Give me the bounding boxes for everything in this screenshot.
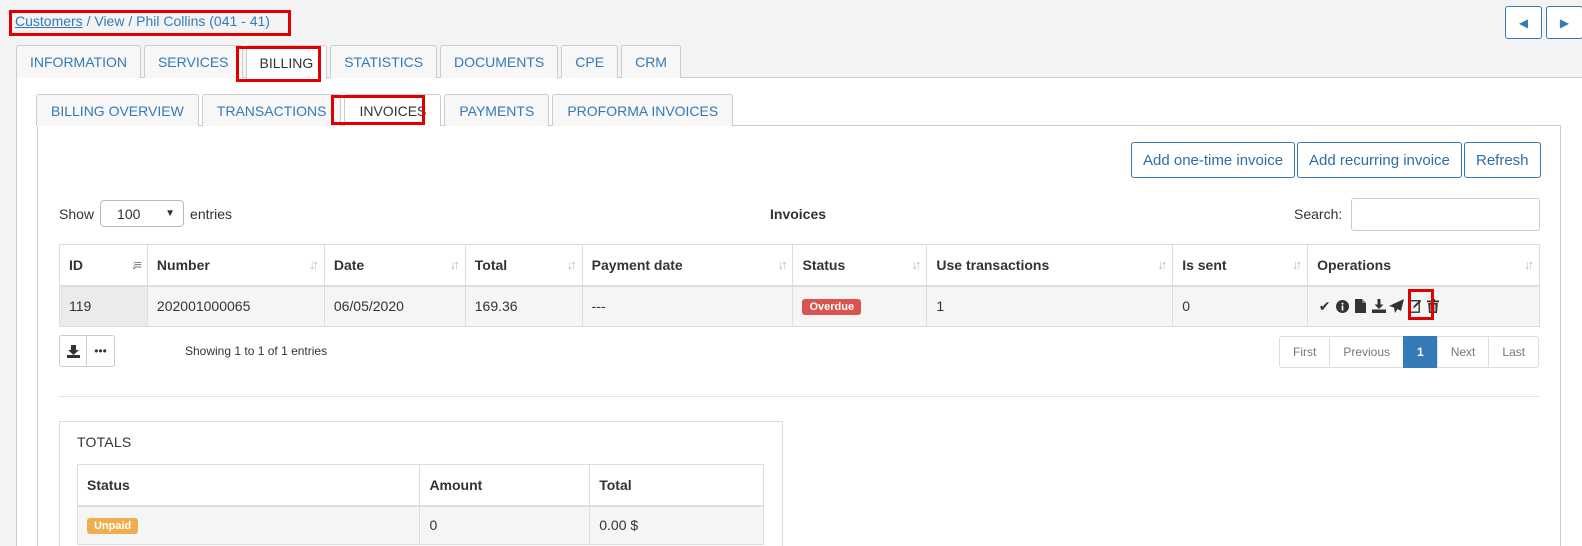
totals-column-status: Status bbox=[76, 464, 421, 507]
sort-icon: ↓↑ bbox=[566, 257, 577, 272]
tab-services[interactable]: SERVICES bbox=[143, 45, 243, 78]
column-header-id[interactable]: ID ↓≡ bbox=[59, 244, 148, 287]
table-title: Invoices bbox=[770, 206, 827, 222]
cell-total: 169.36 bbox=[464, 285, 583, 327]
pagination-next[interactable]: Next bbox=[1436, 336, 1490, 368]
page-length-control: Show 100 ▼ entries bbox=[59, 200, 232, 227]
file-icon[interactable] bbox=[1353, 299, 1368, 314]
breadcrumb-path: / View / Phil Collins (041 - 41) bbox=[82, 13, 270, 29]
pagination-previous[interactable]: Previous bbox=[1329, 336, 1405, 368]
totals-cell-total: 0.00 $ bbox=[589, 505, 764, 545]
column-header-number[interactable]: Number ↓↑ bbox=[146, 244, 325, 287]
column-header-total[interactable]: Total ↓↑ bbox=[464, 244, 583, 287]
breadcrumb: Customers / View / Phil Collins (041 - 4… bbox=[15, 13, 270, 29]
send-icon[interactable] bbox=[1389, 299, 1405, 314]
pagination: First Previous 1 Next Last bbox=[1279, 336, 1540, 368]
sort-icon: ↓↑ bbox=[1524, 257, 1534, 272]
pagination-first[interactable]: First bbox=[1279, 336, 1331, 368]
export-icon bbox=[66, 344, 80, 358]
tab-documents[interactable]: DOCUMENTS bbox=[440, 45, 559, 78]
column-header-status[interactable]: Status ↓↑ bbox=[792, 244, 928, 287]
subtab-payments[interactable]: PAYMENTS bbox=[444, 94, 550, 126]
totals-row: Unpaid 0 0.00 $ bbox=[76, 505, 764, 545]
more-options-button[interactable]: ••• bbox=[87, 335, 115, 367]
column-header-is-sent[interactable]: Is sent ↓↑ bbox=[1172, 244, 1309, 287]
totals-title: TOTALS bbox=[77, 434, 132, 450]
export-button[interactable] bbox=[59, 335, 87, 367]
next-record-button[interactable]: ▶ bbox=[1546, 6, 1582, 39]
cell-operations: ✔ bbox=[1307, 285, 1540, 327]
pagination-last[interactable]: Last bbox=[1488, 336, 1540, 368]
sort-icon: ↓↑ bbox=[1157, 257, 1167, 272]
add-one-time-invoice-button[interactable]: Add one-time invoice bbox=[1131, 142, 1296, 178]
add-recurring-invoice-button[interactable]: Add recurring invoice bbox=[1297, 142, 1462, 178]
subtab-proforma-invoices[interactable]: PROFORMA INVOICES bbox=[552, 94, 734, 126]
trash-icon[interactable] bbox=[1425, 299, 1440, 314]
ellipsis-icon: ••• bbox=[94, 344, 107, 358]
column-header-date[interactable]: Date ↓↑ bbox=[323, 244, 466, 287]
download-icon[interactable] bbox=[1371, 299, 1386, 314]
caret-right-icon: ▶ bbox=[1559, 15, 1570, 30]
totals-column-amount: Amount bbox=[419, 464, 591, 507]
subtab-billing-overview[interactable]: BILLING OVERVIEW bbox=[36, 94, 199, 126]
cell-date: 06/05/2020 bbox=[323, 285, 466, 327]
pagination-page-1[interactable]: 1 bbox=[1403, 336, 1438, 368]
totals-cell-status: Unpaid bbox=[76, 505, 421, 545]
status-badge: Overdue bbox=[802, 299, 862, 316]
table-header-row: ID ↓≡ Number ↓↑ Date ↓↑ Total ↓↑ Payment dat… bbox=[59, 244, 1540, 287]
page-length-value: 100 bbox=[117, 205, 141, 222]
tab-crm[interactable]: CRM bbox=[621, 45, 681, 78]
tab-billing[interactable]: BILLING bbox=[245, 45, 328, 79]
column-header-use-transactions[interactable]: Use transactions ↓↑ bbox=[926, 244, 1174, 287]
record-nav: ◀ ▶ bbox=[1505, 6, 1582, 39]
table-row[interactable]: 119 202001000065 06/05/2020 169.36 --- O… bbox=[59, 285, 1540, 327]
info-icon[interactable] bbox=[1335, 299, 1350, 313]
operations-group: ✔ bbox=[1317, 298, 1530, 315]
cell-status: Overdue bbox=[792, 285, 928, 327]
section-divider bbox=[59, 396, 1540, 397]
customer-tabs: INFORMATION SERVICES BILLING STATISTICS … bbox=[16, 45, 684, 79]
sort-icon: ↓↑ bbox=[777, 257, 787, 272]
totals-header-row: Status Amount Total bbox=[76, 464, 764, 507]
cell-id: 119 bbox=[59, 285, 148, 327]
entries-label: entries bbox=[190, 205, 233, 222]
chevron-down-icon: ▼ bbox=[165, 208, 176, 219]
sort-icon: ↓↑ bbox=[1292, 257, 1302, 272]
totals-table: Status Amount Total Unpaid 0 0.00 $ bbox=[76, 464, 764, 545]
column-header-operations[interactable]: Operations ↓↑ bbox=[1307, 244, 1540, 287]
refresh-button[interactable]: Refresh bbox=[1464, 142, 1541, 178]
edit-icon[interactable] bbox=[1407, 299, 1422, 314]
search-input[interactable] bbox=[1351, 198, 1540, 231]
previous-record-button[interactable]: ◀ bbox=[1505, 6, 1542, 39]
tab-statistics[interactable]: STATISTICS bbox=[330, 45, 438, 78]
status-badge: Unpaid bbox=[87, 518, 139, 535]
sort-icon: ↓↑ bbox=[911, 257, 921, 272]
tab-information[interactable]: INFORMATION bbox=[16, 45, 141, 78]
show-label: Show bbox=[59, 205, 95, 222]
cell-number: 202001000065 bbox=[146, 285, 325, 327]
cell-use-transactions: 1 bbox=[926, 285, 1174, 327]
search-label: Search: bbox=[1294, 206, 1343, 222]
sort-icon: ↓↑ bbox=[449, 257, 460, 272]
check-icon[interactable]: ✔ bbox=[1317, 298, 1332, 315]
caret-left-icon: ◀ bbox=[1518, 15, 1529, 30]
invoices-table: ID ↓≡ Number ↓↑ Date ↓↑ Total ↓↑ Payment dat… bbox=[59, 244, 1540, 327]
page-length-select[interactable]: 100 ▼ bbox=[100, 200, 185, 227]
table-tools: ••• bbox=[59, 335, 115, 367]
totals-cell-amount: 0 bbox=[419, 505, 591, 545]
table-info: Showing 1 to 1 of 1 entries bbox=[185, 344, 328, 358]
breadcrumb-customers-link[interactable]: Customers bbox=[15, 13, 83, 29]
billing-subtabs: BILLING OVERVIEW TRANSACTIONS INVOICES P… bbox=[36, 94, 736, 126]
cell-is-sent: 0 bbox=[1172, 285, 1309, 327]
tab-cpe[interactable]: CPE bbox=[561, 45, 619, 78]
column-header-payment-date[interactable]: Payment date ↓↑ bbox=[581, 244, 794, 287]
sort-asc-icon: ↓≡ bbox=[130, 257, 142, 272]
cell-payment-date: --- bbox=[581, 285, 794, 327]
sort-icon: ↓↑ bbox=[308, 257, 319, 272]
subtab-invoices[interactable]: INVOICES bbox=[344, 94, 442, 126]
totals-column-total: Total bbox=[589, 464, 764, 507]
subtab-transactions[interactable]: TRANSACTIONS bbox=[201, 94, 342, 126]
